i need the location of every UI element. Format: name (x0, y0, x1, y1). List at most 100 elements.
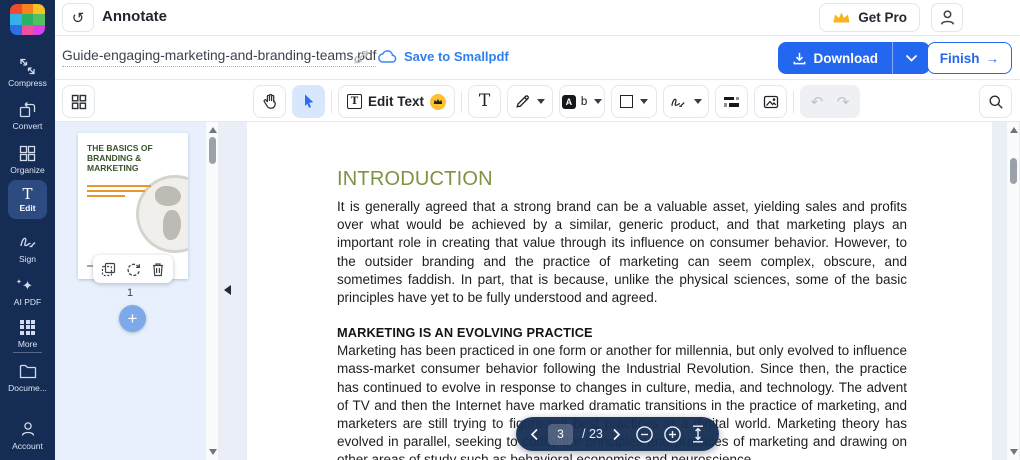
edit-text-icon: T (347, 94, 362, 109)
scroll-down-arrow[interactable] (209, 449, 217, 455)
compress-icon (19, 57, 37, 75)
scroll-down-arrow[interactable] (1010, 449, 1018, 455)
sidebar-label: Account (12, 441, 43, 451)
reset-button[interactable]: ↺ (62, 3, 94, 32)
sidebar-item-convert[interactable]: Convert (0, 100, 55, 131)
text-tool-icon: T (478, 91, 491, 111)
pan-tool-button[interactable] (253, 85, 286, 118)
get-pro-button[interactable]: Get Pro (819, 3, 920, 32)
edit-text-button[interactable]: T Edit Text (338, 85, 456, 118)
annotate-app: Compress Convert Organize T Edit Sign ✦ … (0, 0, 1020, 460)
scrollbar-thumb[interactable] (1010, 158, 1017, 184)
shape-tool-button[interactable] (611, 85, 658, 118)
doc-paragraph-1: It is generally agreed that a strong bra… (337, 199, 907, 306)
pdf-page[interactable]: INTRODUCTION It is generally agreed that… (247, 122, 992, 460)
sidebar-item-more[interactable]: More (0, 318, 55, 349)
folder-icon (19, 362, 37, 380)
sidebar-divider (13, 352, 42, 353)
annotate-toolbar: T Edit Text T A b ↶ ↷ (55, 81, 1020, 122)
sidebar-item-edit[interactable]: T Edit (8, 180, 47, 219)
cloud-icon (378, 49, 398, 64)
sidebar-label: Sign (18, 254, 36, 264)
next-page-button[interactable] (612, 428, 621, 441)
cover-subtitle-lines (87, 185, 151, 197)
plus-icon: + (127, 309, 138, 328)
grid-icon (71, 94, 87, 110)
add-page-button[interactable]: + (119, 305, 146, 332)
thumbnail-scrollbar[interactable] (205, 122, 219, 460)
select-tool-button[interactable] (292, 85, 325, 118)
sidebar-item-account[interactable]: Account (0, 420, 55, 451)
sidebar-label: Organize (10, 165, 45, 175)
account-button[interactable] (931, 3, 963, 32)
highlight-icon: A (561, 94, 576, 109)
person-icon (19, 420, 37, 438)
sidebar-label: More (17, 339, 38, 349)
sidebar-item-documents[interactable]: Docume... (0, 362, 55, 393)
download-options-button[interactable] (892, 42, 930, 74)
zoom-in-button[interactable] (663, 425, 682, 444)
toolbar-divider (793, 90, 795, 113)
chevron-down-icon (905, 54, 918, 63)
scrollbar-thumb[interactable] (209, 137, 216, 164)
draw-tool-button[interactable] (507, 85, 554, 118)
previous-page-button[interactable] (530, 428, 539, 441)
smallpdf-logo-icon[interactable] (10, 4, 45, 35)
pro-crown-icon (430, 93, 447, 110)
cover-title: THE BASICS OF BRANDING & MARKETING (87, 143, 153, 174)
save-to-smallpdf-link[interactable]: Save to Smallpdf (378, 49, 509, 64)
duplicate-page-button[interactable] (100, 261, 116, 277)
chevron-down-icon (594, 99, 603, 104)
rotate-page-button[interactable] (125, 261, 141, 277)
sidebar-item-organize[interactable]: Organize (0, 144, 55, 175)
finish-button[interactable]: Finish → (926, 42, 1012, 74)
sidebar-item-compress[interactable]: Compress (0, 57, 55, 88)
redo-button[interactable]: ↷ (832, 93, 854, 111)
chevron-down-icon (537, 99, 546, 104)
sidebar-item-sign[interactable]: Sign (0, 233, 55, 264)
add-text-button[interactable]: T (468, 85, 502, 118)
delete-page-button[interactable] (150, 261, 166, 277)
convert-icon (19, 100, 37, 118)
image-tool-button[interactable] (754, 85, 788, 118)
hand-icon (262, 93, 278, 110)
redact-icon (723, 96, 740, 107)
sidebar-label: Convert (12, 121, 43, 131)
arrow-right-icon: → (985, 50, 1000, 66)
document-scrollbar[interactable] (1006, 122, 1020, 460)
sidebar-label: AI PDF (13, 297, 42, 307)
toolbar-divider (461, 90, 463, 113)
more-grid-icon (19, 318, 37, 336)
scroll-up-arrow[interactable] (1010, 127, 1018, 133)
signature-icon (670, 95, 687, 109)
download-button[interactable]: Download (777, 42, 892, 74)
sidebar-label: Docume... (8, 383, 47, 393)
zoom-out-button[interactable] (635, 425, 654, 444)
download-split-button: Download (777, 42, 930, 74)
page-1-number: 1 (126, 287, 134, 299)
undo-button[interactable]: ↶ (806, 93, 828, 111)
undo-redo-group: ↶ ↷ (800, 85, 861, 118)
fit-height-button[interactable] (691, 425, 705, 443)
highlight-tool-button[interactable]: A b (559, 85, 606, 118)
search-button[interactable] (979, 85, 1012, 118)
rectangle-icon (620, 95, 634, 108)
page-title: Annotate (102, 8, 167, 25)
thumbnails-toggle-button[interactable] (62, 85, 95, 118)
unlink-icon[interactable] (352, 48, 370, 66)
current-page-input[interactable]: 3 (548, 423, 573, 445)
chevron-down-icon (694, 99, 703, 104)
chevron-down-icon (640, 99, 649, 104)
filename-field[interactable]: Guide-engaging-marketing-and-branding-te… (62, 48, 377, 67)
image-icon (763, 95, 779, 109)
cursor-icon (301, 93, 317, 110)
scroll-up-arrow[interactable] (209, 127, 217, 133)
organize-icon (19, 144, 37, 162)
redact-tool-button[interactable] (715, 85, 749, 118)
sidebar-item-ai-pdf[interactable]: ✦ ✦ AI PDF (0, 276, 55, 308)
pencil-icon (515, 94, 530, 109)
doc-heading-marketing: MARKETING IS AN EVOLVING PRACTICE (337, 325, 593, 341)
collapse-panel-arrow[interactable] (224, 285, 231, 295)
signature-tool-button[interactable] (663, 85, 710, 118)
reset-icon: ↺ (71, 9, 85, 27)
